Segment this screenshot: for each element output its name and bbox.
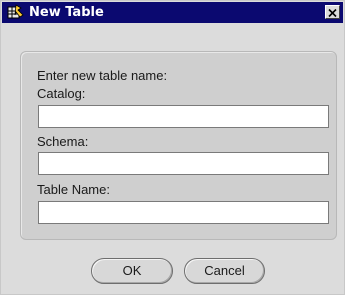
- cancel-button[interactable]: Cancel: [184, 258, 265, 284]
- catalog-label: Catalog:: [37, 86, 86, 101]
- close-button[interactable]: [325, 5, 340, 19]
- new-table-dialog: New Table Enter new table name: Catalog:…: [0, 0, 345, 295]
- window-title: New Table: [29, 5, 104, 20]
- ok-button[interactable]: OK: [91, 258, 173, 284]
- catalog-input[interactable]: [38, 105, 329, 128]
- title-bar[interactable]: New Table: [2, 2, 343, 23]
- schema-input[interactable]: [38, 152, 329, 175]
- table-name-label: Table Name:: [37, 182, 110, 197]
- form-panel: Enter new table name: Catalog: Schema: T…: [20, 51, 337, 240]
- schema-label: Schema:: [37, 134, 89, 149]
- close-icon: [328, 8, 337, 18]
- table-wizard-icon: [7, 4, 24, 21]
- table-name-input[interactable]: [38, 201, 329, 224]
- prompt-text: Enter new table name:: [37, 68, 168, 83]
